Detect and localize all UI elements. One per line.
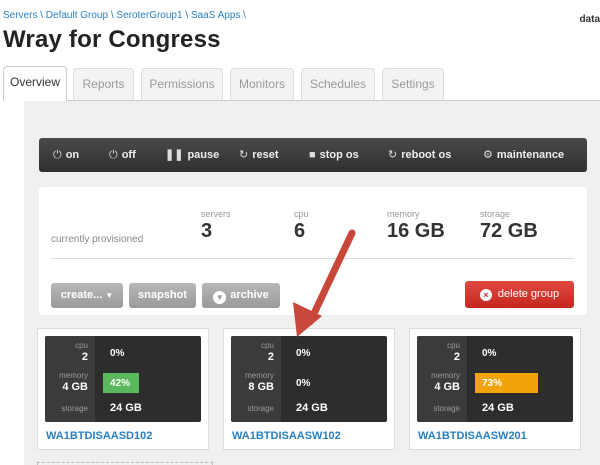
tab-schedules[interactable]: Schedules [301,68,375,100]
pause-button[interactable]: ❚❚ pause [165,138,219,172]
cpu-value: 2 [81,351,88,363]
server-card[interactable]: cpu 2 memory 4 GB storage 0% 42% 24 GB W… [37,328,209,450]
create-dropdown-button[interactable]: create... ▼ [51,283,123,308]
cpu-label: cpu [75,341,88,350]
delete-group-button[interactable]: × delete group [465,281,574,308]
memory-value: 16 GB [387,220,445,242]
storage-label: storage [480,209,511,219]
storage-label: storage [247,404,274,413]
refresh-icon: ↻ [388,149,398,161]
stop-icon: ■ [309,149,316,161]
power-toolbar: ⏻ on ⏻ off ❚❚ pause ↻ reset ■ stop os ↻ reboot… [39,138,587,172]
cpu-value: 6 [294,220,306,242]
provisioned-label: currently provisioned [51,234,144,245]
maintenance-button[interactable]: ⚙ maintenance [483,138,564,172]
close-icon: × [479,289,492,301]
memory-label: memory [59,371,88,380]
group-summary: currently provisioned servers 3 cpu 6 me… [39,187,587,315]
memory-usage: 42% [110,378,131,389]
overview-panel: ⏻ on ⏻ off ❚❚ pause ↻ reset ■ stop os ↻ reboot… [24,100,600,465]
reset-button[interactable]: ↻ reset [239,138,279,172]
cpu-value: 2 [267,351,274,363]
server-name-link[interactable]: WA1BTDISAASW201 [418,430,527,442]
memory-label: memory [431,371,460,380]
server-card[interactable]: cpu 2 memory 8 GB storage 0% 0% 24 GB WA… [223,328,395,450]
cpu-usage: 0% [296,348,311,359]
breadcrumb-serotergroup1[interactable]: SeroterGroup1 [116,10,182,21]
breadcrumb-servers[interactable]: Servers [3,10,37,21]
cpu-label: cpu [294,209,309,219]
memory-label: memory [245,371,274,380]
refresh-icon: ↻ [239,149,249,161]
server-name-link[interactable]: WA1BTDISAASW102 [232,430,341,442]
memory-value: 4 GB [62,381,88,393]
memory-usage: 0% [296,378,311,389]
servers-label: servers [201,209,231,219]
power-off-button[interactable]: ⏻ off [109,138,136,172]
archive-button[interactable]: ▼ archive [202,283,280,308]
cpu-usage: 0% [482,348,497,359]
power-icon: ⏻ [109,149,118,161]
tab-reports[interactable]: Reports [73,68,134,100]
tab-bar: Overview Reports Permissions Monitors Sc… [0,66,600,101]
pause-icon: ❚❚ [165,149,184,161]
breadcrumb: Servers \ Default Group \ SeroterGroup1 … [3,10,246,21]
cpu-value: 2 [453,351,460,363]
memory-value: 4 GB [434,381,460,393]
memory-label: memory [387,209,420,219]
breadcrumb-saas-apps[interactable]: SaaS Apps [191,10,240,21]
memory-usage: 73% [482,378,503,389]
storage-label: storage [433,404,460,413]
storage-label: storage [61,404,88,413]
server-stats: cpu 2 memory 4 GB storage 0% 73% 24 GB [417,336,573,422]
caret-down-icon: ▼ [105,291,114,300]
cpu-usage: 0% [110,348,125,359]
header-right-link[interactable]: data [579,14,600,25]
storage-value: 24 GB [296,402,328,414]
power-icon: ⏻ [53,149,62,161]
server-stats: cpu 2 memory 4 GB storage 0% 42% 24 GB [45,336,201,422]
servers-value: 3 [201,220,213,242]
snapshot-button[interactable]: snapshot [129,283,196,308]
storage-value: 24 GB [110,402,142,414]
divider [51,258,574,259]
memory-value: 8 GB [248,381,274,393]
breadcrumb-default-group[interactable]: Default Group [46,10,108,21]
server-name-link[interactable]: WA1BTDISAASD102 [46,430,152,442]
tab-overview[interactable]: Overview [3,66,67,101]
stop-os-button[interactable]: ■ stop os [309,138,359,172]
server-stats: cpu 2 memory 8 GB storage 0% 0% 24 GB [231,336,387,422]
page-title: Wray for Congress [3,26,221,53]
storage-value: 24 GB [482,402,514,414]
power-on-button[interactable]: ⏻ on [53,138,79,172]
tab-permissions[interactable]: Permissions [141,68,223,100]
archive-icon: ▼ [213,291,227,304]
storage-value: 72 GB [480,220,538,242]
cpu-label: cpu [447,341,460,350]
cpu-label: cpu [261,341,274,350]
reboot-os-button[interactable]: ↻ reboot os [388,138,451,172]
tab-monitors[interactable]: Monitors [230,68,294,100]
server-card[interactable]: cpu 2 memory 4 GB storage 0% 73% 24 GB W… [409,328,581,450]
tab-settings[interactable]: Settings [382,68,444,100]
gears-icon: ⚙ [483,149,493,161]
